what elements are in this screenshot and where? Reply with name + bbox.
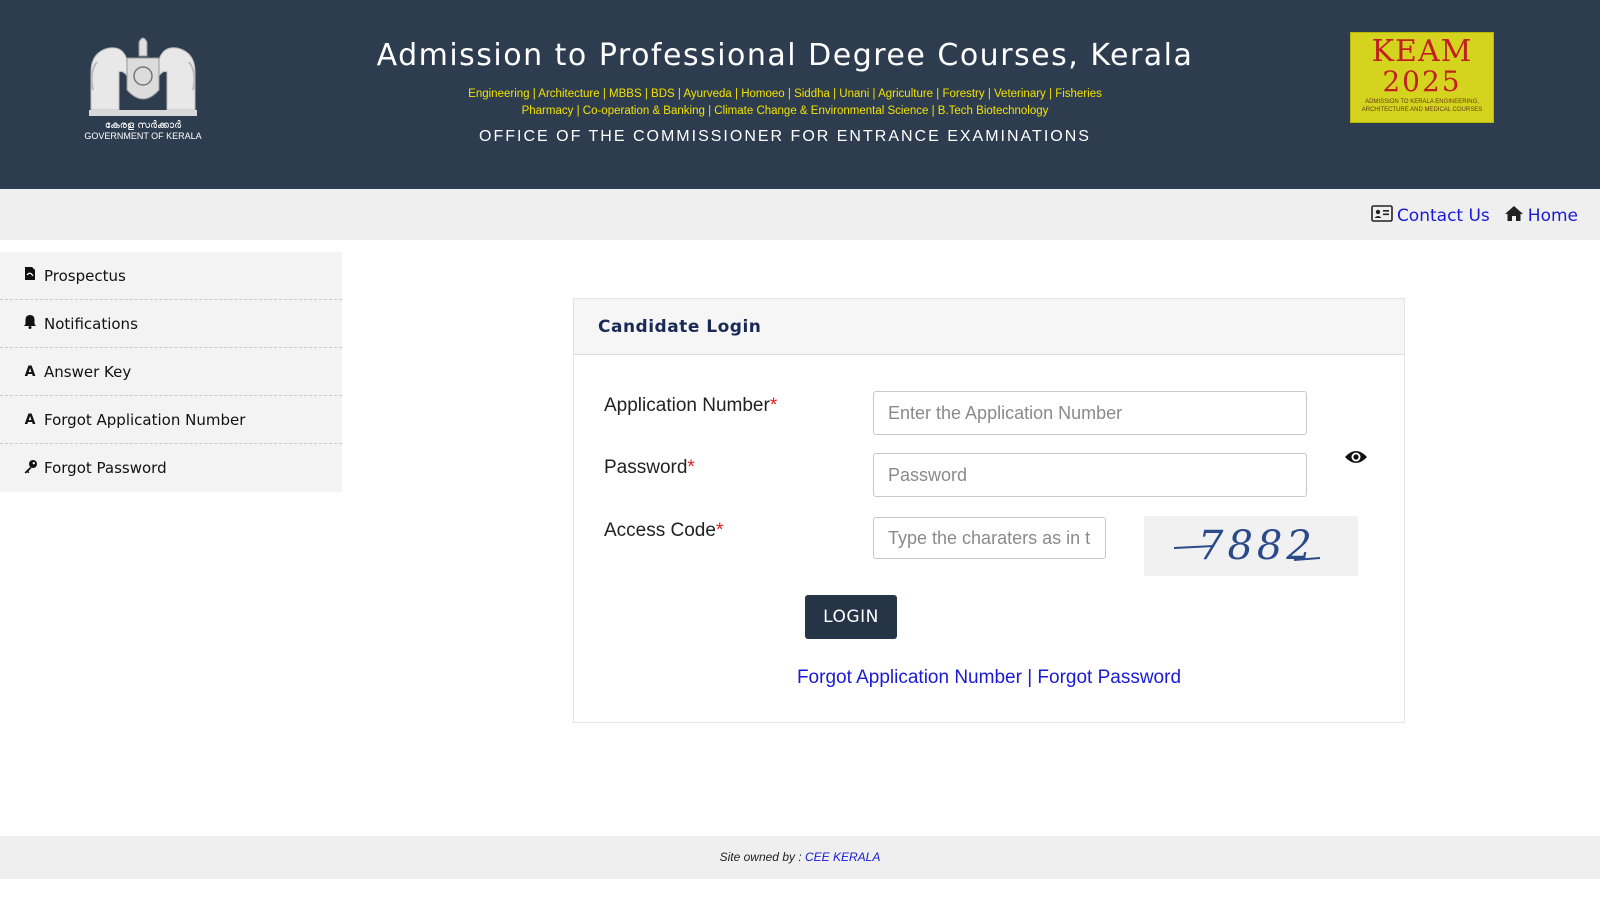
forgot-application-number-link[interactable]: Forgot Application Number [797, 667, 1022, 688]
application-number-label: Application Number* [604, 395, 777, 417]
sidebar-item-label: Forgot Password [44, 459, 167, 477]
login-button[interactable]: LOGIN [805, 595, 897, 639]
sidebar-item-label: Answer Key [44, 362, 132, 381]
required-mark: * [769, 395, 778, 416]
password-label: Password* [604, 457, 695, 479]
required-mark: * [715, 520, 724, 541]
access-code-label-text: Access Code [604, 520, 716, 541]
contact-us-link[interactable]: Contact Us [1371, 205, 1490, 227]
access-code-label: Access Code* [604, 520, 723, 542]
course-item: Pharmacy [521, 105, 574, 117]
site-header: കേരള സർക്കാർ GOVERNMENT OF KERALA Admiss… [0, 0, 1600, 189]
footer-prefix: Site owned by : [719, 850, 805, 864]
contact-us-label: Contact Us [1396, 206, 1490, 226]
course-item: Agriculture [878, 88, 934, 100]
home-link[interactable]: Home [1504, 205, 1578, 227]
captcha-text: 7882 [1198, 523, 1316, 569]
sidebar-item-forgot-password[interactable]: Forgot Password [0, 444, 342, 492]
emblem-english-text: GOVERNMENT OF KERALA [84, 131, 202, 141]
course-item: Climate Change & Environmental Science [714, 105, 929, 117]
office-subtitle: OFFICE OF THE COMMISSIONER FOR ENTRANCE … [479, 128, 1091, 145]
course-separator: | [784, 88, 795, 100]
sidebar-item-prospectus[interactable]: Prospectus [0, 252, 342, 300]
pdf-file-icon [22, 266, 38, 285]
letter-a-icon: A [24, 411, 36, 428]
course-separator: | [704, 105, 715, 117]
course-item: Architecture [538, 88, 600, 100]
courses-line-2: Pharmacy | Co-operation & Banking | Clim… [340, 103, 1230, 120]
course-separator: | [869, 88, 879, 100]
site-footer: Site owned by : CEE KERALA [0, 836, 1600, 879]
sidebar-item-answer-key[interactable]: A Answer Key [0, 348, 342, 396]
course-item: Forestry [942, 88, 985, 100]
application-number-input[interactable] [873, 391, 1307, 435]
sidebar-item-forgot-application-number[interactable]: A Forgot Application Number [0, 396, 342, 444]
course-separator: | [829, 88, 840, 100]
sidebar-item-label: Notifications [44, 314, 138, 333]
keam-logo: KEAM 2025 ADMISSION TO KERALA ENGINEERIN… [1350, 32, 1494, 123]
application-number-label-text: Application Number [604, 395, 770, 416]
password-input[interactable] [873, 453, 1307, 497]
course-item: Siddha [794, 88, 830, 100]
course-separator: | [641, 88, 652, 100]
courses-line-1: Engineering | Architecture | MBBS | BDS … [340, 86, 1230, 103]
course-separator: | [573, 105, 583, 117]
course-item: Homoeo [741, 88, 785, 100]
recovery-links: Forgot Application Number | Forgot Passw… [574, 667, 1404, 689]
top-nav-bar: Contact Us Home [0, 189, 1600, 240]
course-item: Unani [839, 88, 870, 100]
course-item: Engineering [468, 88, 530, 100]
access-code-input[interactable] [873, 517, 1106, 559]
course-item: Veterinary [994, 88, 1046, 100]
course-item: BDS [651, 88, 675, 100]
sidebar-item-notifications[interactable]: Notifications [0, 300, 342, 348]
keam-logo-subtitle: ADMISSION TO KERALA ENGINEERING, ARCHITE… [1361, 99, 1483, 113]
cee-kerala-link[interactable]: CEE KERALA [805, 850, 880, 864]
courses-list: Engineering | Architecture | MBBS | BDS … [340, 86, 1230, 120]
captcha-image: 7882 [1144, 516, 1358, 576]
bell-icon [22, 314, 38, 333]
sidebar-menu: Prospectus Notifications A Answer Key A … [0, 252, 342, 492]
sidebar-item-label: Forgot Application Number [44, 410, 246, 429]
contact-card-icon [1371, 205, 1393, 227]
home-icon [1504, 205, 1524, 227]
forgot-password-link[interactable]: Forgot Password [1037, 667, 1181, 688]
course-separator: | [928, 105, 938, 117]
emblem-icon [89, 37, 197, 116]
show-password-eye-icon[interactable] [1344, 449, 1368, 465]
course-separator: | [984, 88, 995, 100]
sidebar-item-label: Prospectus [44, 266, 126, 285]
course-separator: | [529, 88, 539, 100]
link-separator: | [1027, 667, 1033, 688]
keam-logo-word: KEAM [1371, 34, 1473, 69]
course-separator: | [731, 88, 742, 100]
home-label: Home [1527, 206, 1578, 226]
course-item: Co-operation & Banking [582, 105, 705, 117]
course-item: MBBS [609, 88, 642, 100]
card-header: Candidate Login [574, 299, 1404, 355]
key-icon [22, 459, 38, 478]
card-title: Candidate Login [598, 316, 762, 337]
candidate-login-card: Candidate Login Application Number* Pass… [573, 298, 1405, 723]
letter-a-icon: A [24, 363, 36, 380]
course-item: Fisheries [1055, 88, 1102, 100]
page-title: Admission to Professional Degree Courses… [376, 38, 1194, 73]
kerala-emblem: കേരള സർക്കാർ GOVERNMENT OF KERALA [78, 32, 208, 141]
password-label-text: Password [604, 457, 688, 478]
course-item: Ayurveda [683, 88, 732, 100]
course-separator: | [1045, 88, 1056, 100]
required-mark: * [687, 457, 695, 478]
course-item: B.Tech Biotechnology [937, 105, 1049, 117]
course-separator: | [599, 88, 610, 100]
nav-links: Contact Us Home [1371, 205, 1578, 227]
keam-logo-year: 2025 [1382, 65, 1462, 98]
emblem-malayalam-text: കേരള സർക്കാർ [104, 120, 182, 131]
